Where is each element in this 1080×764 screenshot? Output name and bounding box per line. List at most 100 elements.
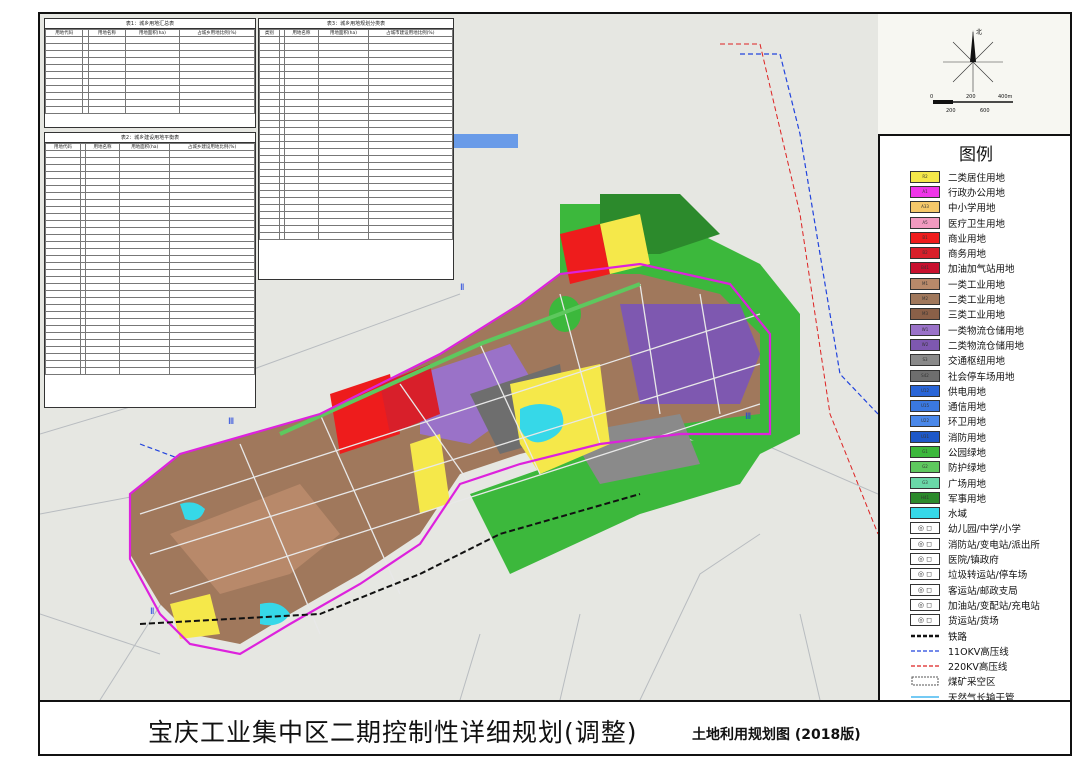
legend-symbol: ◎ ◻ 客运站/邮政支局 [880, 582, 1070, 597]
legend-swatch: U12 [910, 384, 940, 397]
legend-item: W2 二类物流仓储用地 [880, 337, 1070, 352]
svg-text:Ⅱ: Ⅱ [150, 607, 154, 617]
legend-symbol-icon: ◎ ◻ [910, 537, 940, 550]
map-sheet: Ⅱ Ⅲ Ⅲ Ⅱ 表1：城乡用地汇总表 用地代码 用地名称 用地面积(ha) 占城乡用地… [38, 12, 1072, 756]
legend-label: 消防站/变电站/派出所 [948, 539, 1040, 551]
legend-label: 二类工业用地 [948, 295, 1006, 307]
legend-label: 加油站/变配站/充电站 [948, 600, 1040, 612]
legend-label: 加油加气站用地 [948, 264, 1015, 276]
legend-line-icon [911, 676, 939, 686]
legend-swatch: R2 [910, 170, 940, 183]
legend-symbol: ◎ ◻ 垃圾转运站/停车场 [880, 567, 1070, 582]
legend-item: A5 医疗卫生用地 [880, 215, 1070, 230]
legend-swatch: W1 [910, 323, 940, 336]
legend-label: 220KV高压线 [948, 662, 1008, 674]
legend-item: M1 一类工业用地 [880, 276, 1070, 291]
legend-label: 11OKV高压线 [948, 646, 1009, 658]
legend-item: S3 交通枢纽用地 [880, 353, 1070, 368]
legend-swatch: M3 [910, 308, 940, 321]
legend-label: 军事用地 [948, 493, 987, 505]
legend-label: 行政办公用地 [948, 187, 1006, 199]
legend-item: M2 二类工业用地 [880, 291, 1070, 307]
legend-label: 二类物流仓储用地 [948, 340, 1025, 352]
svg-text:Ⅲ: Ⅲ [745, 412, 751, 422]
title-bar: 宝庆工业集中区二期控制性详细规划(调整) 土地利用规划图 (2018版) [40, 700, 1070, 754]
legend-label: 客运站/邮政支局 [948, 585, 1018, 597]
legend-line-icon [911, 665, 939, 667]
legend-heading: 图例 [959, 145, 993, 165]
legend-label: 社会停车场用地 [948, 371, 1015, 383]
legend-swatch: M1 [910, 277, 940, 290]
legend-label: 广场用地 [948, 478, 987, 490]
legend-swatch: U15 [910, 400, 940, 413]
map-subtitle: 土地利用规划图 (2018版) [692, 727, 861, 743]
legend-swatch: B2 [910, 247, 940, 260]
legend-label: 一类工业用地 [948, 279, 1006, 291]
legend-swatch: W2 [910, 338, 940, 351]
svg-text:200: 200 [946, 108, 956, 114]
legend-swatch [910, 507, 940, 520]
svg-text:600: 600 [980, 108, 990, 114]
table-caption: 表3：城乡用地规划分类表 [259, 19, 453, 29]
svg-text:Ⅲ: Ⅲ [228, 417, 234, 427]
legend-label: 医院/镇政府 [948, 555, 999, 567]
legend-label: 通信用地 [948, 402, 987, 414]
legend-symbol-icon: ◎ ◻ [910, 583, 940, 596]
legend-symbol: ◎ ◻ 消防站/变电站/派出所 [880, 536, 1070, 551]
legend-item: U15 通信用地 [880, 398, 1070, 414]
map-title: 宝庆工业集中区二期控制性详细规划(调整) [148, 718, 638, 747]
legend-label: 二类居住用地 [948, 172, 1006, 184]
legend-item: A1 行政办公用地 [880, 184, 1070, 199]
legend-symbol-icon: ◎ ◻ [910, 598, 940, 611]
table-urban-rural-land: 表1：城乡用地汇总表 用地代码 用地名称 用地面积(ha) 占城乡用地比例(%) [44, 18, 256, 128]
legend-swatch: G1 [910, 445, 940, 458]
table-land-classification: 表3：城乡用地规划分类表 类别 用地名称 用地面积(ha) 占城市建设用地比例(%) [258, 18, 454, 280]
legend-swatch: M2 [910, 293, 940, 306]
svg-text:Ⅱ: Ⅱ [460, 283, 464, 293]
legend-item: B1 商业用地 [880, 230, 1070, 245]
legend-item: G3 广场用地 [880, 475, 1070, 490]
legend-label: 供电用地 [948, 386, 987, 398]
legend-label: 铁路 [948, 631, 968, 643]
legend-swatch: U31 [910, 430, 940, 443]
table-caption: 表1：城乡用地汇总表 [45, 19, 255, 29]
table-grid: 用地代码 用地名称 用地面积(ha) 占城乡建设用地比例(%) [45, 143, 255, 375]
table-grid: 用地代码 用地名称 用地面积(ha) 占城乡用地比例(%) [44, 29, 256, 114]
logistics-east [620, 304, 760, 404]
legend-label: 医疗卫生用地 [948, 218, 1006, 230]
legend-item: U22 环卫用地 [880, 414, 1070, 429]
legend-label: 煤矿采空区 [948, 677, 996, 689]
legend-line: 11OKV高压线 [880, 643, 1070, 658]
legend-symbol-icon: ◎ ◻ [910, 614, 940, 627]
legend-swatch: B41 [910, 262, 940, 275]
legend-item: B41 加油加气站用地 [880, 261, 1070, 276]
legend-swatch: U22 [910, 415, 940, 428]
legend-item: 水域 [880, 506, 1070, 521]
legend-label: 中小学用地 [948, 203, 996, 215]
legend-item: G1 公园绿地 [880, 444, 1070, 459]
legend-label: 幼儿园/中学/小学 [948, 524, 1021, 536]
legend-label: 消防用地 [948, 432, 987, 444]
legend-symbol: ◎ ◻ 加油站/变配站/充电站 [880, 597, 1070, 612]
table-grid: 类别 用地名称 用地面积(ha) 占城市建设用地比例(%) [259, 29, 454, 240]
legend-panel: 图例 R2 二类居住用地 A1 行政办公用地 A33 中小学用地 A5 医疗卫生用地 B1 商业用… [878, 134, 1070, 750]
north-label: 北 [976, 28, 982, 36]
legend-line: 煤矿采空区 [880, 674, 1070, 689]
legend-item: R2 二类居住用地 [880, 169, 1070, 184]
legend-swatch: S3 [910, 354, 940, 367]
legend-line-icon [911, 650, 939, 652]
legend-symbol: ◎ ◻ 幼儿园/中学/小学 [880, 521, 1070, 536]
legend-item: U31 消防用地 [880, 429, 1070, 444]
table-caption: 表2：城乡建设用地平衡表 [45, 133, 255, 143]
legend-label: 商业用地 [948, 233, 987, 245]
legend-symbol-icon: ◎ ◻ [910, 568, 940, 581]
legend-swatch: G2 [910, 461, 940, 474]
legend-item: G2 防护绿地 [880, 460, 1070, 475]
legend-swatch: B1 [910, 231, 940, 244]
svg-text:400m: 400m [998, 94, 1013, 100]
legend-line-icon [911, 634, 939, 637]
compass-rose: 北 0 200 400m 200 600 [930, 28, 1013, 114]
legend-label: 交通枢纽用地 [948, 356, 1006, 368]
legend-item: U12 供电用地 [880, 383, 1070, 398]
legend-symbol: ◎ ◻ 货运站/货场 [880, 613, 1070, 628]
